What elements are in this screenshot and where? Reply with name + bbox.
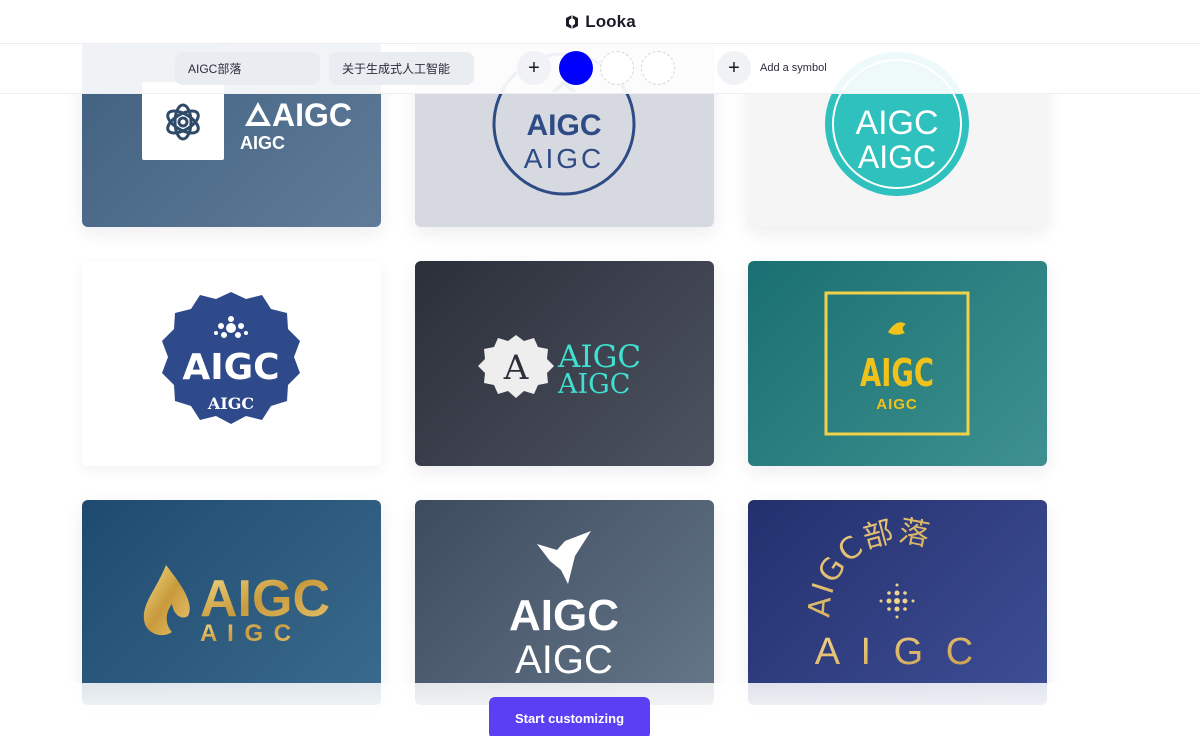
logo-secondary-text: A I G C [815, 631, 979, 673]
logo-primary-text: AIGC [182, 347, 279, 388]
logo-results-page: AIGC AIGC AIGC AIGC AIGC AIGC AIGC AIGC … [0, 0, 1200, 736]
logo-preview: AIGC A I G C [143, 565, 330, 647]
top-bar: Looka [0, 0, 1200, 44]
brand-name: Looka [585, 11, 636, 31]
origami-bird-icon [537, 531, 591, 584]
logo-preview: AIGC AIGC [162, 292, 300, 424]
triangle-icon [245, 102, 271, 126]
looka-logo-icon [566, 14, 579, 29]
slogan-field[interactable]: 关于生成式人工智能 [329, 52, 474, 85]
logo-secondary-text: AIGC [207, 394, 254, 413]
empty-color-slot[interactable] [641, 51, 675, 85]
brush-icon [888, 322, 906, 335]
plus-icon: + [728, 57, 740, 79]
logo-preview: A AIGC AIGC [478, 335, 641, 400]
logo-primary-text: AIGC [509, 591, 619, 640]
logo-secondary-text: AIGC [858, 139, 936, 175]
logo-card[interactable]: AIGC AIGC [415, 500, 714, 705]
logo-secondary-text: AIGC [557, 369, 630, 400]
logo-card[interactable]: AIGC部落 A I G C [748, 500, 1047, 705]
add-symbol-button[interactable]: + [717, 51, 751, 85]
add-symbol-label[interactable]: Add a symbol [760, 62, 827, 74]
logo-secondary-text: AIGC [524, 143, 604, 174]
logo-card[interactable]: AIGC AIGC [82, 261, 381, 466]
brand[interactable]: Looka [564, 12, 636, 32]
company-name-field[interactable]: AIGC部落 [175, 52, 320, 85]
logo-preview: AIGC部落 A I G C [802, 514, 979, 673]
logo-primary-text: AIGC [272, 97, 352, 133]
logo-secondary-text: A I G C [200, 620, 293, 647]
plus-icon: + [528, 57, 540, 79]
logo-card[interactable]: AIGC AIGC [748, 261, 1047, 466]
logo-arc-text: AIGC部落 [802, 514, 934, 619]
flame-icon [143, 565, 190, 636]
logo-preview: AIGC AIGC [824, 291, 970, 436]
logo-secondary-text: AIGC [515, 638, 613, 682]
logo-secondary-text: AIGC [240, 133, 285, 153]
logo-primary-text: AIGC [860, 350, 934, 395]
emblem-letter: A [503, 348, 529, 388]
logo-secondary-text: AIGC [876, 396, 918, 413]
logo-primary-text: AIGC [527, 109, 602, 142]
logo-preview: AIGC AIGC [509, 531, 619, 682]
logo-primary-text: AIGC [855, 104, 938, 142]
empty-color-slot[interactable] [600, 51, 634, 85]
logo-card[interactable]: A AIGC AIGC [415, 261, 714, 466]
add-color-button[interactable]: + [517, 51, 551, 85]
dot-grid-icon [879, 583, 915, 619]
logo-toolbar: AIGC部落 关于生成式人工智能 + + Add a symbol [0, 44, 1200, 94]
logo-card[interactable]: AIGC A I G C [82, 500, 381, 705]
color-swatch-blue[interactable] [559, 51, 593, 85]
start-customizing-button[interactable]: Start customizing [489, 697, 650, 736]
